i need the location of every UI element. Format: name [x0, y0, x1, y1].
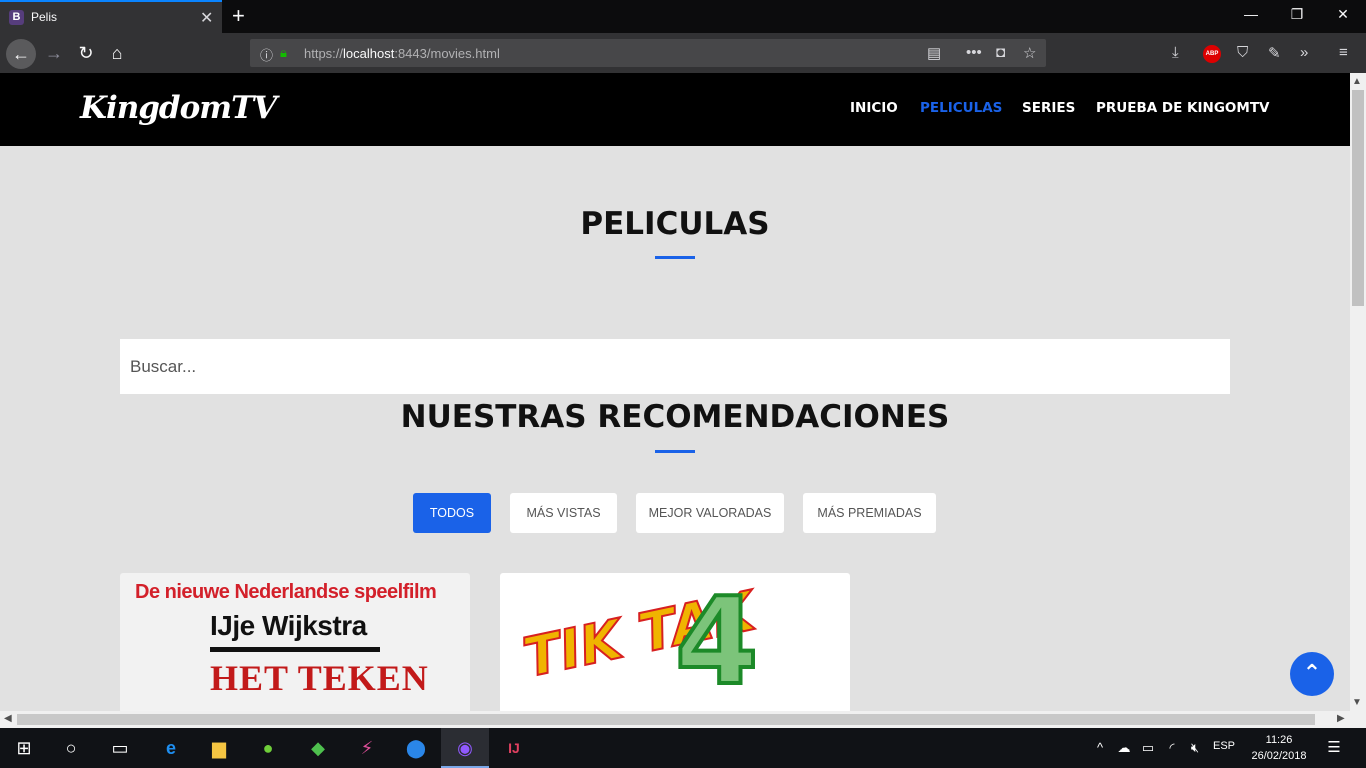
tab-title: Pelis [31, 10, 58, 24]
tray-chevron-icon[interactable]: ^ [1088, 737, 1112, 759]
adblock-icon[interactable]: ABP [1203, 45, 1221, 63]
tray-clock[interactable]: 11:26 26/02/2018 [1248, 732, 1310, 764]
page-actions-icon[interactable]: ••• [966, 44, 982, 61]
tab-close-icon[interactable]: ✕ [200, 8, 213, 28]
cortana-icon[interactable]: ○ [59, 737, 83, 759]
new-tab-icon[interactable]: + [232, 3, 245, 29]
filter-mas-vistas-button[interactable]: MÁS VISTAS [510, 493, 617, 533]
site-header: KingdomTV INICIO PELICULAS SERIES PRUEBA… [0, 73, 1350, 146]
lock-icon[interactable]: 🔒︎ [280, 45, 287, 61]
search-input[interactable] [120, 339, 1230, 394]
filter-mas-premiadas-button[interactable]: MÁS PREMIADAS [803, 493, 936, 533]
windows-start-icon[interactable]: ⊞ [12, 737, 36, 759]
clock-date: 26/02/2018 [1251, 750, 1307, 762]
home-icon[interactable]: ⌂ [103, 39, 131, 67]
horizontal-scroll-thumb[interactable] [17, 714, 1315, 725]
maps-icon[interactable]: ⬤ [404, 737, 428, 759]
wechat-icon[interactable]: ● [256, 737, 280, 759]
url-scheme: https:// [304, 46, 344, 61]
back-arrow-icon[interactable]: ← [6, 39, 36, 69]
scroll-down-icon[interactable]: ▼ [1352, 697, 1362, 708]
pocket-icon[interactable]: ◘ [996, 44, 1005, 61]
pen-icon[interactable]: ✎ [1268, 44, 1281, 62]
page-title: PELICULAS [580, 206, 770, 242]
section-underline [655, 450, 695, 453]
menu-item-inicio[interactable]: INICIO [850, 100, 898, 116]
app-ms-icon[interactable]: ⚡︎ [355, 737, 379, 759]
url-host: localhost [343, 46, 395, 61]
poster-number: 4 [673, 573, 760, 711]
url-path: :8443/movies.html [394, 46, 500, 61]
forward-arrow-icon[interactable]: → [40, 39, 68, 67]
battery-icon[interactable]: ▭ [1136, 737, 1160, 759]
window-close-icon[interactable]: ✕ [1320, 6, 1366, 23]
movie-card[interactable]: De nieuwe Nederlandse speelfilm IJje Wij… [120, 573, 470, 711]
poster-title: IJje Wijkstra [210, 610, 367, 641]
shield-icon[interactable]: ⛉ [1237, 44, 1248, 61]
browser-tab[interactable]: B Pelis ✕ [0, 0, 222, 33]
reload-icon[interactable]: ↻ [72, 39, 100, 67]
section-title: NUESTRAS RECOMENDACIONES [400, 399, 950, 435]
edge-icon[interactable]: e [159, 737, 183, 759]
restore-icon[interactable]: ❐ [1274, 6, 1320, 23]
intellij-icon[interactable]: IJ [502, 737, 526, 759]
action-center-icon[interactable]: ☰ [1322, 737, 1346, 759]
volume-muted-icon[interactable]: 🔇︎ [1183, 737, 1207, 759]
menu-item-peliculas[interactable]: PELICULAS [920, 100, 1002, 116]
menu-item-series[interactable]: SERIES [1022, 100, 1075, 116]
filter-mejor-valoradas-button[interactable]: MEJOR VALORADAS [636, 493, 784, 533]
firefox-icon[interactable]: ◉ [453, 737, 477, 759]
vertical-scroll-thumb[interactable] [1352, 90, 1364, 306]
file-explorer-icon[interactable]: ▆ [207, 737, 231, 759]
scroll-right-icon[interactable]: ▶ [1337, 713, 1345, 724]
page-viewport: KingdomTV INICIO PELICULAS SERIES PRUEBA… [0, 73, 1350, 711]
poster-rule [210, 647, 380, 652]
filter-todos-button[interactable]: TODOS [413, 493, 491, 533]
poster-subtitle: HET TEKEN [210, 658, 429, 698]
minimize-icon[interactable]: — [1228, 6, 1274, 22]
bookmark-star-icon[interactable]: ☆ [1023, 44, 1036, 62]
menu-item-prueba[interactable]: PRUEBA DE KINGOMTV [1096, 100, 1269, 116]
language-indicator[interactable]: ESP [1213, 740, 1235, 752]
info-icon[interactable]: ⓘ [260, 45, 273, 64]
task-view-icon[interactable]: ▭ [108, 737, 132, 759]
poster-text: De nieuwe Nederlandse speelfilm [135, 581, 437, 603]
hamburger-menu-icon[interactable]: ≡ [1339, 44, 1348, 61]
site-logo[interactable]: KingdomTV [80, 90, 277, 126]
reader-view-icon[interactable]: ▤ [927, 44, 941, 62]
download-icon[interactable]: ⤓ [1172, 44, 1179, 61]
scroll-to-top-button[interactable]: ⌃ [1290, 652, 1334, 696]
app-diamond-icon[interactable]: ◆ [306, 737, 330, 759]
movie-card[interactable]: TIK TAK 4 [500, 573, 850, 711]
scroll-left-icon[interactable]: ◀ [4, 713, 12, 724]
onedrive-icon[interactable]: ☁︎ [1112, 737, 1136, 759]
url-text[interactable]: https://localhost:8443/movies.html [304, 46, 500, 61]
scroll-up-icon[interactable]: ▲ [1352, 76, 1362, 87]
overflow-chevron-icon[interactable]: » [1300, 44, 1308, 61]
wifi-icon[interactable]: ◜ [1160, 737, 1184, 759]
clock-time: 11:26 [1265, 734, 1293, 746]
title-underline [655, 256, 695, 259]
bootstrap-favicon-icon: B [9, 10, 24, 25]
